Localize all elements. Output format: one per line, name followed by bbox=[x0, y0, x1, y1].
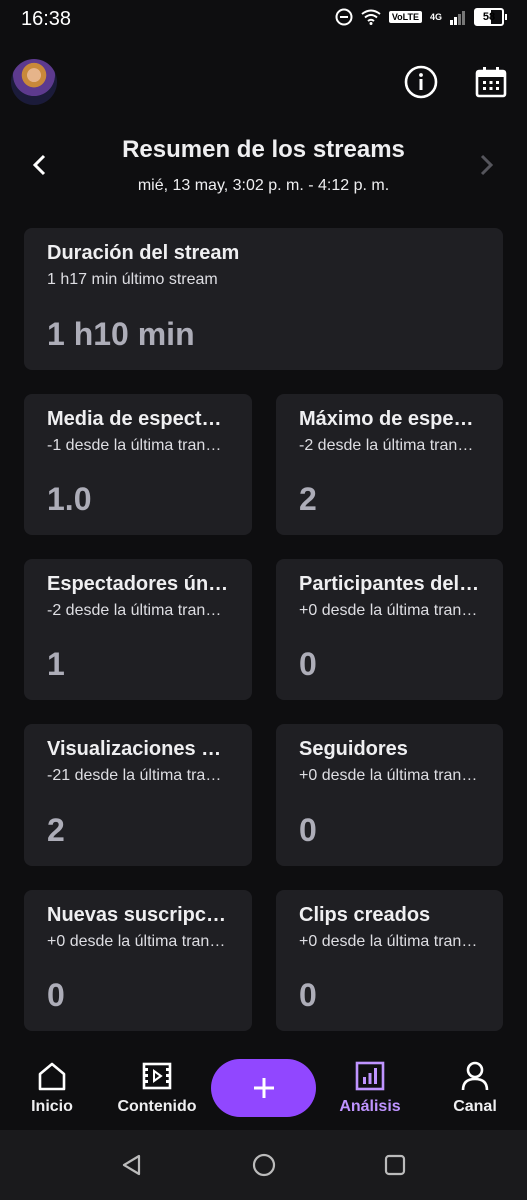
card-subtitle: 1 h17 min último stream bbox=[47, 271, 218, 288]
info-icon bbox=[404, 65, 438, 99]
card-value: 0 bbox=[299, 812, 317, 848]
stat-card-followers[interactable]: Seguidores +0 desde la última transmisió… bbox=[276, 724, 503, 866]
card-title: Clips creados bbox=[299, 904, 431, 926]
stat-card-avg-viewers[interactable]: Media de espectadores -1 desde la última… bbox=[24, 394, 252, 535]
system-back-button[interactable] bbox=[117, 1150, 147, 1180]
card-title: Máximo de espectadores bbox=[299, 408, 480, 430]
card-title: Media de espectadores bbox=[47, 408, 229, 430]
card-value: 0 bbox=[299, 646, 317, 682]
stat-card-max-viewers[interactable]: Máximo de espectadores -2 desde la últim… bbox=[276, 394, 503, 535]
battery-level: 58 bbox=[474, 8, 504, 26]
nav-channel[interactable]: Canal bbox=[425, 1058, 525, 1116]
stat-card-unique-viewers[interactable]: Espectadores únicos -2 desde la última t… bbox=[24, 559, 252, 700]
duration-card[interactable]: Duración del stream 1 h17 min último str… bbox=[24, 228, 503, 370]
card-subtitle: -2 desde la última transmisión bbox=[299, 437, 480, 454]
stat-card-live-views[interactable]: Visualizaciones en directo -21 desde la … bbox=[24, 724, 252, 866]
card-value: 1 bbox=[47, 646, 65, 682]
user-icon bbox=[461, 1061, 489, 1091]
chevron-right-icon bbox=[480, 154, 494, 176]
card-value: 2 bbox=[299, 481, 317, 517]
calendar-button[interactable] bbox=[471, 62, 511, 102]
stat-card-chat-participants[interactable]: Participantes del chat +0 desde la últim… bbox=[276, 559, 503, 700]
bottom-nav: Inicio Contenido Análisis Canal bbox=[0, 1050, 527, 1130]
stat-card-new-subscriptions[interactable]: Nuevas suscripciones +0 desde la última … bbox=[24, 890, 252, 1031]
card-subtitle: -2 desde la última transmisión bbox=[47, 602, 229, 619]
nav-home[interactable]: Inicio bbox=[2, 1058, 102, 1116]
video-content-icon bbox=[142, 1062, 172, 1090]
plus-icon bbox=[253, 1078, 274, 1098]
card-subtitle: +0 desde la última transmisión bbox=[47, 933, 229, 950]
card-title: Espectadores únicos bbox=[47, 573, 229, 595]
home-circle-icon bbox=[252, 1153, 276, 1177]
calendar-icon bbox=[475, 67, 507, 98]
system-nav-bar bbox=[0, 1130, 527, 1200]
card-value: 0 bbox=[47, 977, 65, 1013]
create-button[interactable] bbox=[211, 1059, 316, 1117]
card-value: 1 h10 min bbox=[47, 316, 195, 352]
card-title: Duración del stream bbox=[47, 242, 240, 264]
analytics-icon bbox=[355, 1061, 385, 1091]
card-value: 2 bbox=[47, 812, 65, 848]
status-time: 16:38 bbox=[21, 8, 72, 30]
system-home-button[interactable] bbox=[249, 1150, 279, 1180]
card-subtitle: -1 desde la última transmisión bbox=[47, 437, 229, 454]
nav-home-label: Inicio bbox=[31, 1098, 73, 1115]
status-bar: 16:38 VoLTE 4G 58 bbox=[0, 0, 527, 40]
volte-badge: VoLTE bbox=[388, 11, 422, 23]
card-title: Visualizaciones en directo bbox=[47, 738, 229, 760]
status-icons: VoLTE 4G 58 bbox=[335, 8, 507, 26]
home-icon bbox=[38, 1062, 66, 1091]
nav-content[interactable]: Contenido bbox=[107, 1058, 207, 1116]
system-recents-button[interactable] bbox=[380, 1150, 410, 1180]
avatar[interactable] bbox=[11, 59, 57, 105]
stat-card-clips-created[interactable]: Clips creados +0 desde la última transmi… bbox=[276, 890, 503, 1031]
next-stream-button[interactable] bbox=[466, 145, 506, 185]
card-value: 1.0 bbox=[47, 481, 92, 517]
wifi-icon bbox=[361, 9, 381, 25]
nav-analytics-label: Análisis bbox=[339, 1098, 401, 1115]
nav-channel-label: Canal bbox=[453, 1098, 497, 1115]
recents-square-icon bbox=[384, 1154, 406, 1176]
do-not-disturb-icon bbox=[335, 8, 353, 26]
card-title: Nuevas suscripciones bbox=[47, 904, 229, 926]
card-subtitle: -21 desde la última transmisión bbox=[47, 767, 229, 784]
nav-content-label: Contenido bbox=[117, 1098, 197, 1115]
info-button[interactable] bbox=[401, 62, 441, 102]
network-type: 4G bbox=[429, 12, 442, 22]
battery-icon: 58 bbox=[474, 8, 507, 26]
card-subtitle: +0 desde la última transmisión bbox=[299, 602, 480, 619]
page-title: Resumen de los streams bbox=[122, 136, 405, 163]
stream-date-range: mié, 13 may, 3:02 p. m. - 4:12 p. m. bbox=[137, 177, 390, 194]
card-subtitle: +0 desde la última transmisión bbox=[299, 767, 480, 784]
signal-icon bbox=[450, 11, 465, 25]
nav-analytics[interactable]: Análisis bbox=[320, 1058, 420, 1116]
back-triangle-icon bbox=[122, 1154, 141, 1176]
card-title: Participantes del chat bbox=[299, 573, 480, 595]
card-title: Seguidores bbox=[299, 738, 408, 760]
card-subtitle: +0 desde la última transmisión bbox=[299, 933, 480, 950]
card-value: 0 bbox=[299, 977, 317, 1013]
